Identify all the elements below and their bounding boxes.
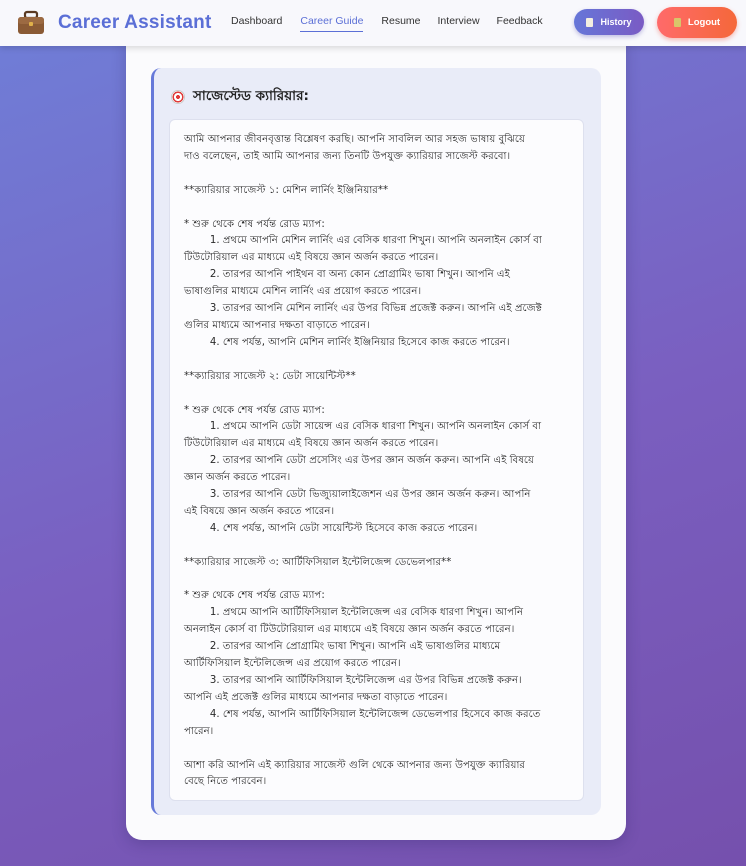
brand[interactable]: Career Assistant: [16, 8, 212, 38]
target-icon: [171, 89, 185, 104]
history-button[interactable]: History: [574, 9, 644, 35]
career-suggestion-text: আমি আপনার জীবনবৃত্তান্ত বিশ্লেষণ করছি। আ…: [184, 134, 542, 788]
logout-button-label: Logout: [687, 17, 721, 28]
briefcase-icon: [16, 10, 46, 36]
top-navbar: Career Assistant Dashboard Career Guide …: [0, 0, 746, 46]
result-header: সাজেস্টেড ক্যারিয়ার:: [171, 85, 309, 108]
nav-dashboard[interactable]: Dashboard: [231, 15, 282, 31]
nav-feedback[interactable]: Feedback: [497, 15, 543, 31]
nav-career-guide[interactable]: Career Guide: [300, 15, 364, 32]
nav-resume[interactable]: Resume: [381, 15, 420, 31]
logout-icon: [673, 18, 681, 27]
nav-interview[interactable]: Interview: [438, 15, 480, 31]
nav-links: Dashboard Career Guide Resume Interview …: [231, 15, 543, 32]
result-title: সাজেস্টেড ক্যারিয়ার:: [193, 88, 309, 104]
brand-title: Career Assistant: [58, 12, 212, 33]
history-icon: [586, 17, 594, 27]
result-content-box[interactable]: আমি আপনার জীবনবৃত্তান্ত বিশ্লেষণ করছি। আ…: [169, 119, 584, 801]
history-button-label: History: [600, 17, 632, 27]
logout-button[interactable]: Logout: [657, 7, 737, 38]
